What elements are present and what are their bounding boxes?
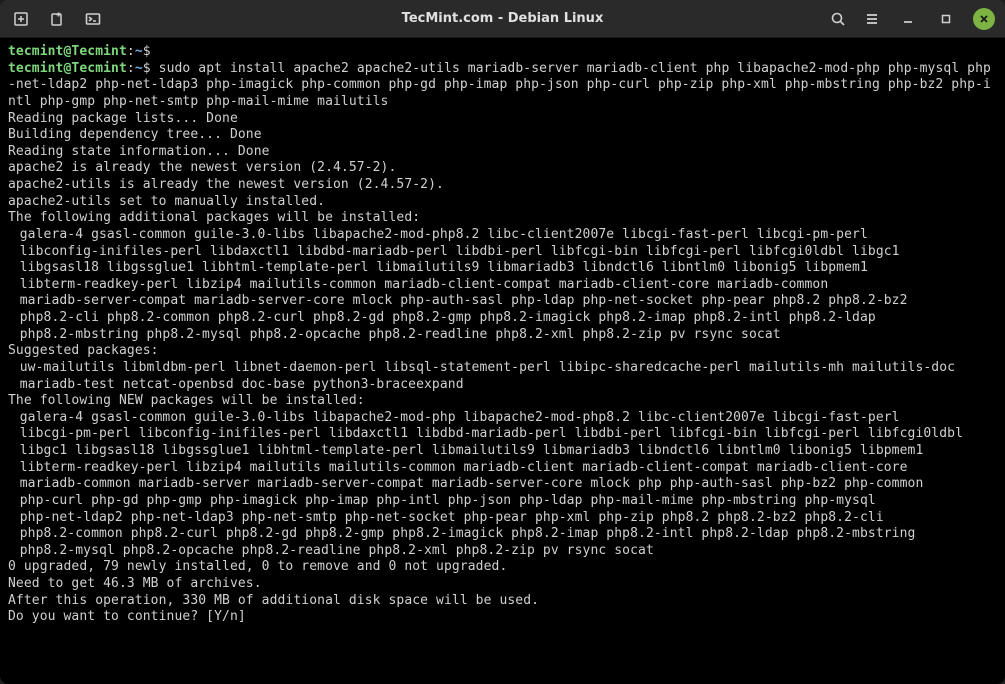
output-line: uw-mailutils libmldbm-perl libnet-daemon…	[8, 360, 997, 377]
output-line: php8.2-cli php8.2-common php8.2-curl php…	[8, 310, 997, 327]
output-line: Suggested packages:	[8, 343, 159, 358]
close-button[interactable]	[973, 8, 995, 30]
prompt-separator: :	[127, 44, 135, 59]
output-line: apache2-utils set to manually installed.	[8, 194, 325, 209]
titlebar-left-controls	[12, 10, 102, 28]
prompt-path: ~	[135, 44, 143, 59]
terminal-window: TecMint.com - Debian Linux tecmint@Tecmi…	[0, 0, 1005, 684]
titlebar-right-controls	[829, 8, 995, 30]
new-tab-button[interactable]	[12, 10, 30, 28]
prompt-user-host: tecmint@Tecmint	[8, 61, 127, 76]
output-line: php8.2-common php8.2-curl php8.2-gd php8…	[8, 526, 997, 543]
output-line: mariadb-test netcat-openbsd doc-base pyt…	[8, 377, 997, 394]
output-line: 0 upgraded, 79 newly installed, 0 to rem…	[8, 559, 507, 574]
prompt-line-command: tecmint@Tecmint:~$ sudo apt install apac…	[8, 61, 991, 109]
output-line: php8.2-mbstring php8.2-mysql php8.2-opca…	[8, 327, 997, 344]
command-text: sudo apt install apache2 apache2-utils m…	[8, 61, 991, 109]
output-line: libgc1 libgsasl18 libgssglue1 libhtml-te…	[8, 443, 997, 460]
output-line: php8.2-mysql php8.2-opcache php8.2-readl…	[8, 543, 997, 560]
output-line: libcgi-pm-perl libconfig-inifiles-perl l…	[8, 426, 997, 443]
output-line: php-curl php-gd php-gmp php-imagick php-…	[8, 493, 997, 510]
output-line: Building dependency tree... Done	[8, 127, 262, 142]
output-line: Reading state information... Done	[8, 144, 270, 159]
minimize-button[interactable]	[897, 8, 919, 30]
output-line: galera-4 gsasl-common guile-3.0-libs lib…	[8, 227, 997, 244]
continue-prompt: Do you want to continue? [Y/n]	[8, 609, 246, 624]
output-line: libconfig-inifiles-perl libdaxctl1 libdb…	[8, 244, 997, 261]
prompt-symbol: $	[143, 44, 151, 59]
titlebar: TecMint.com - Debian Linux	[0, 0, 1005, 38]
prompt-user-host: tecmint@Tecmint	[8, 44, 127, 59]
output-line: mariadb-server-compat mariadb-server-cor…	[8, 293, 997, 310]
prompt-path: ~	[135, 61, 143, 76]
output-line: Reading package lists... Done	[8, 111, 238, 126]
search-icon[interactable]	[829, 10, 847, 28]
output-line: php-net-ldap2 php-net-ldap3 php-net-smtp…	[8, 510, 997, 527]
output-line: The following additional packages will b…	[8, 210, 420, 225]
terminal-prompt-icon[interactable]	[84, 10, 102, 28]
prompt-separator: :	[127, 61, 135, 76]
output-line: apache2-utils is already the newest vers…	[8, 177, 444, 192]
terminal-body[interactable]: tecmint@Tecmint:~$ tecmint@Tecmint:~$ su…	[0, 38, 1005, 684]
menu-icon[interactable]	[863, 10, 881, 28]
output-line: After this operation, 330 MB of addition…	[8, 593, 539, 608]
output-line: libterm-readkey-perl libzip4 mailutils m…	[8, 460, 997, 477]
new-window-icon[interactable]	[48, 10, 66, 28]
prompt-symbol: $	[143, 61, 151, 76]
output-line: galera-4 gsasl-common guile-3.0-libs lib…	[8, 410, 997, 427]
output-line: apache2 is already the newest version (2…	[8, 160, 396, 175]
prompt-line-empty: tecmint@Tecmint:~$	[8, 44, 151, 59]
output-line: libterm-readkey-perl libzip4 mailutils-c…	[8, 277, 997, 294]
output-line: mariadb-common mariadb-server mariadb-se…	[8, 476, 997, 493]
output-line: Need to get 46.3 MB of archives.	[8, 576, 262, 591]
output-line: The following NEW packages will be insta…	[8, 393, 365, 408]
maximize-button[interactable]	[935, 8, 957, 30]
output-line: libgsasl18 libgssglue1 libhtml-template-…	[8, 260, 997, 277]
